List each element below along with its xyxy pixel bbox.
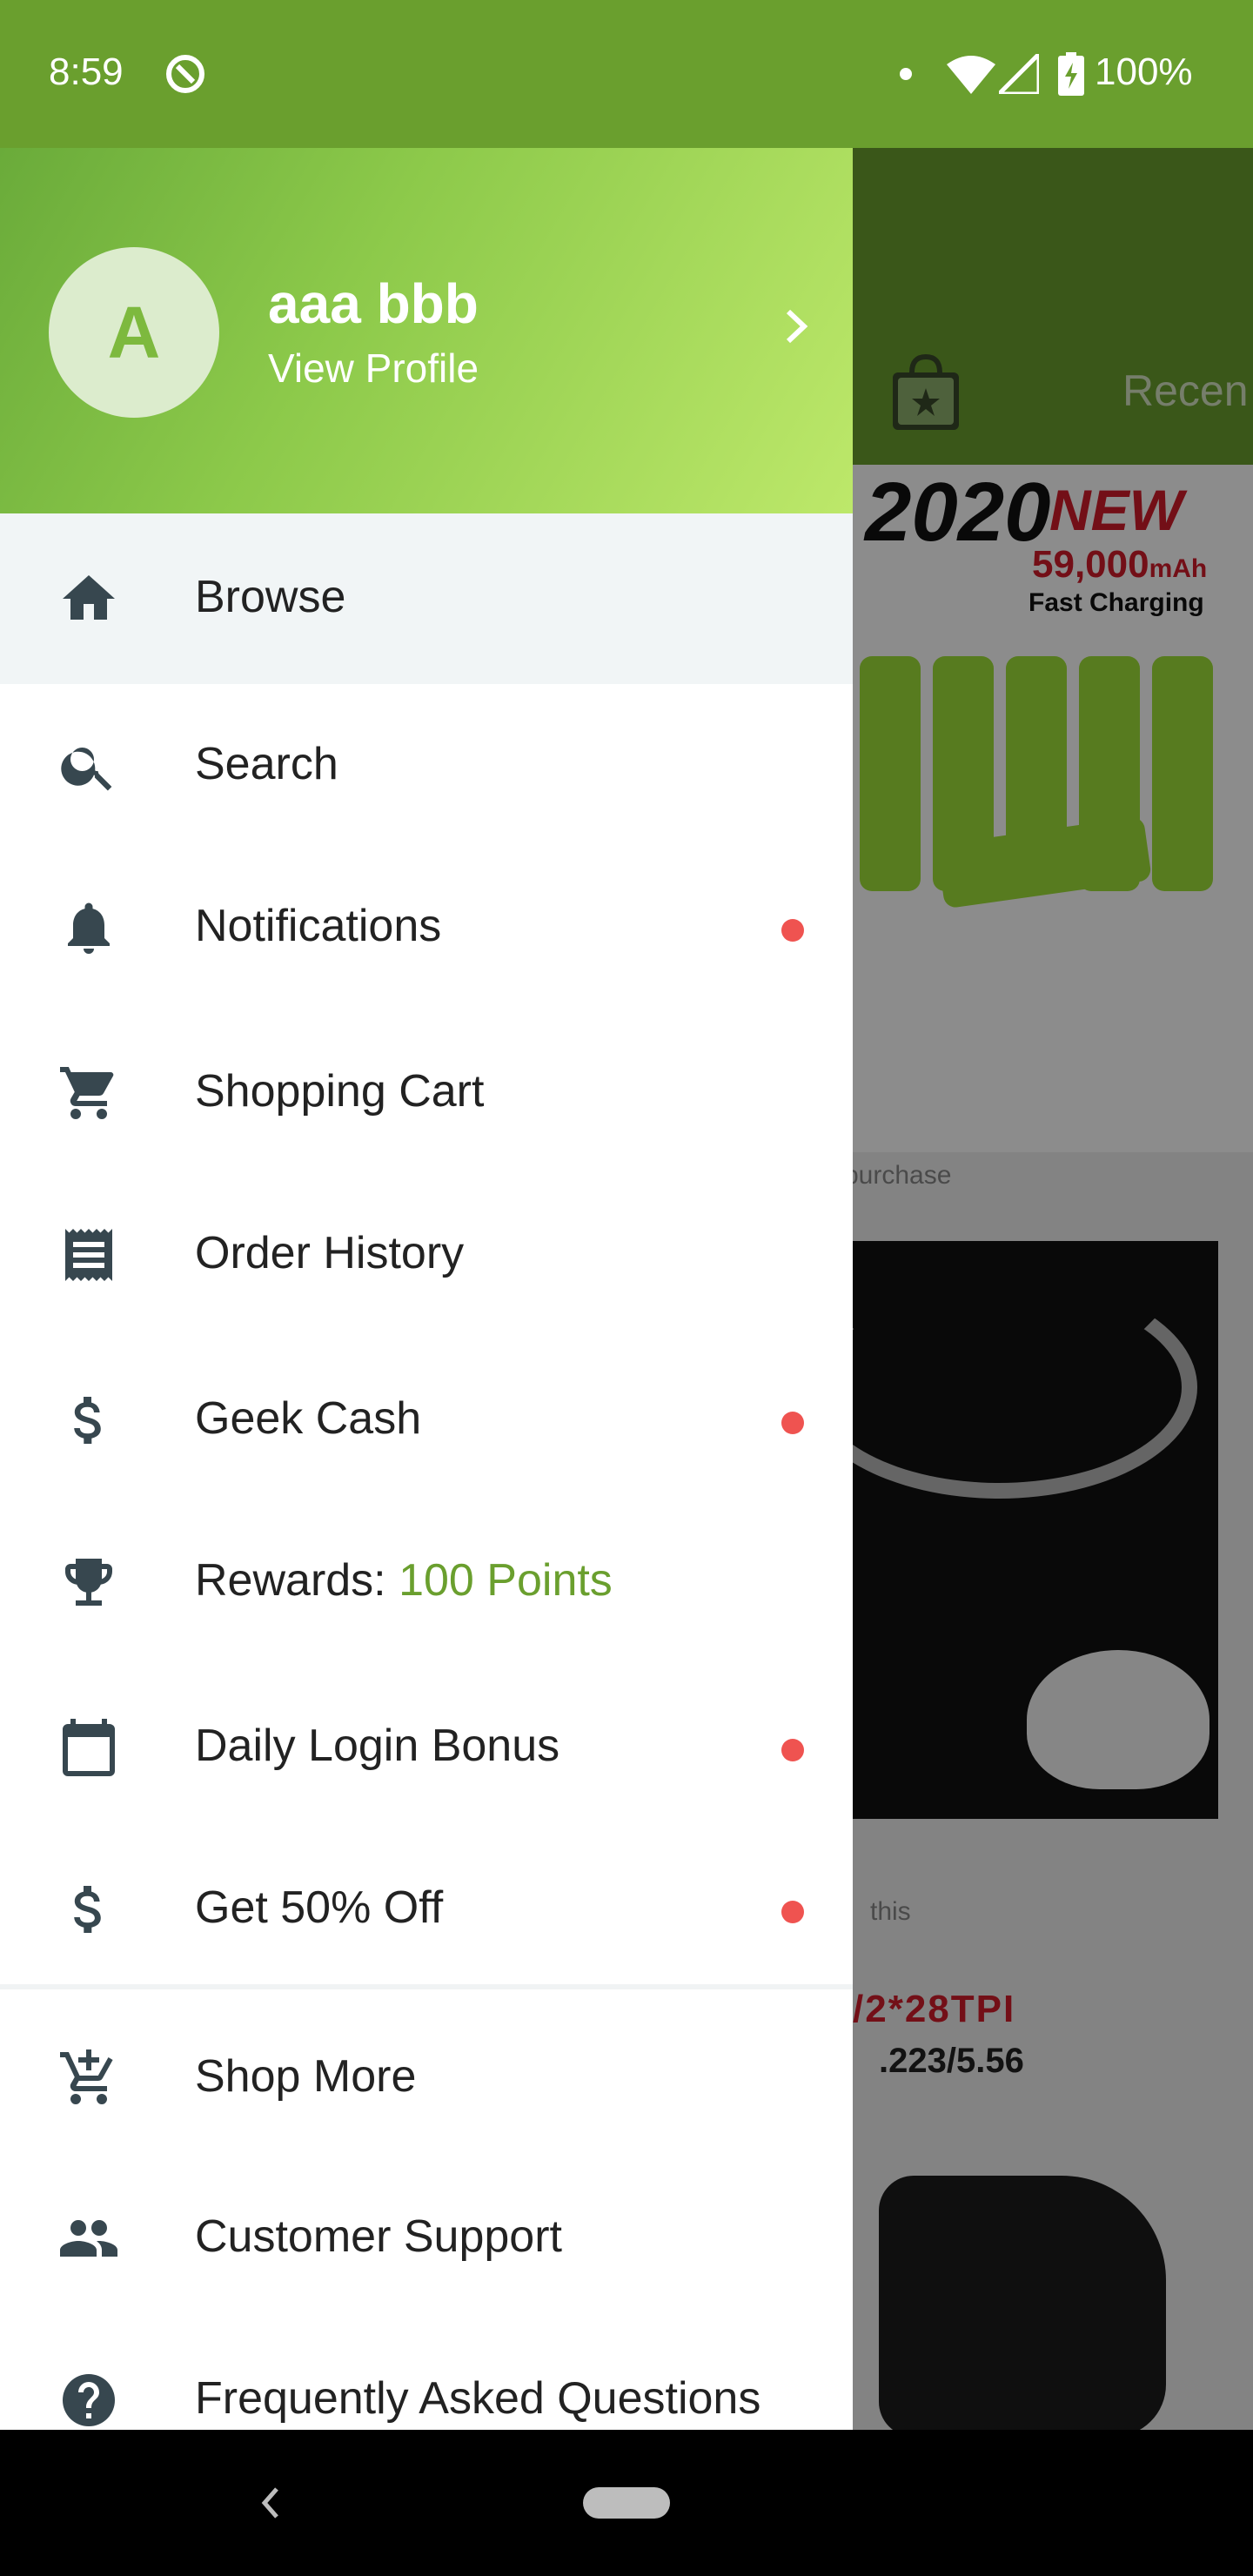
notification-dot xyxy=(781,1739,804,1761)
notification-dot xyxy=(781,1901,804,1923)
dollar-icon xyxy=(74,1397,101,1444)
menu-item-label: Daily Login Bonus xyxy=(195,1721,560,1771)
system-navigation-bar xyxy=(0,2430,1253,2576)
dollar-icon xyxy=(74,1886,101,1933)
navigation-drawer: A aaa bbb View Profile Browse Search Not… xyxy=(0,148,853,2430)
menu-item-shop-more[interactable]: Shop More xyxy=(0,1993,853,2163)
menu-item-label: Notifications xyxy=(195,901,442,951)
menu-item-label: Search xyxy=(195,739,338,789)
profile-header[interactable]: A aaa bbb View Profile xyxy=(0,148,853,513)
trophy-icon xyxy=(65,1559,112,1606)
menu-item-label: Shopping Cart xyxy=(195,1066,485,1117)
menu-item-get-50-off[interactable]: Get 50% Off xyxy=(0,1826,853,1996)
menu-item-customer-support[interactable]: Customer Support xyxy=(0,2153,853,2324)
menu-item-label: Frequently Asked Questions xyxy=(195,2373,761,2424)
menu-item-label: Shop More xyxy=(195,2051,417,2102)
battery-percent: 100% xyxy=(1095,50,1193,93)
view-profile-link[interactable]: View Profile xyxy=(268,345,479,392)
menu-item-shopping-cart[interactable]: Shopping Cart xyxy=(0,1008,853,1178)
battery-charging-icon xyxy=(1058,52,1084,96)
rewards-points: 100 Points xyxy=(399,1555,613,1606)
rewards-label: Rewards: xyxy=(195,1555,399,1606)
menu-item-daily-login-bonus[interactable]: Daily Login Bonus xyxy=(0,1662,853,1833)
notification-dot xyxy=(781,919,804,942)
home-pill[interactable] xyxy=(583,2487,670,2519)
people-icon xyxy=(60,2220,117,2257)
avatar: A xyxy=(49,247,219,418)
add-cart-icon xyxy=(60,2049,113,2104)
notification-dot xyxy=(781,1412,804,1434)
menu-item-browse[interactable]: Browse xyxy=(0,513,853,684)
user-name: aaa bbb xyxy=(268,272,479,335)
app-notification-icon xyxy=(166,55,204,93)
menu-item-label: Customer Support xyxy=(195,2211,562,2262)
back-icon[interactable] xyxy=(252,2475,287,2531)
menu-item-search[interactable]: Search xyxy=(0,684,853,855)
home-icon xyxy=(63,575,115,620)
receipt-icon xyxy=(65,1229,112,1281)
search-icon xyxy=(61,748,112,791)
status-time: 8:59 xyxy=(49,50,124,93)
help-icon xyxy=(63,2374,115,2426)
bell-icon xyxy=(68,902,110,954)
menu-item-label: Rewards: 100 Points xyxy=(195,1554,613,1607)
cell-signal-icon xyxy=(999,54,1039,94)
status-dot xyxy=(900,68,912,80)
menu-item-geek-cash[interactable]: Geek Cash xyxy=(0,1335,853,1506)
calendar-icon xyxy=(63,1719,115,1776)
menu-item-order-history[interactable]: Order History xyxy=(0,1171,853,1342)
menu-item-faq[interactable]: Frequently Asked Questions xyxy=(0,2315,853,2430)
menu-item-label: Geek Cash xyxy=(195,1393,422,1444)
menu-divider xyxy=(0,1984,853,1989)
menu-item-notifications[interactable]: Notifications xyxy=(0,844,853,1015)
wifi-icon xyxy=(947,56,995,94)
menu-item-label: Get 50% Off xyxy=(195,1882,444,1933)
cart-icon xyxy=(60,1067,114,1119)
chevron-right-icon xyxy=(786,309,808,344)
menu-item-label: Order History xyxy=(195,1228,465,1278)
menu-item-rewards[interactable]: Rewards: 100 Points xyxy=(0,1499,853,1669)
status-bar: 8:59 100% xyxy=(0,0,1253,148)
menu-item-label: Browse xyxy=(195,572,346,622)
